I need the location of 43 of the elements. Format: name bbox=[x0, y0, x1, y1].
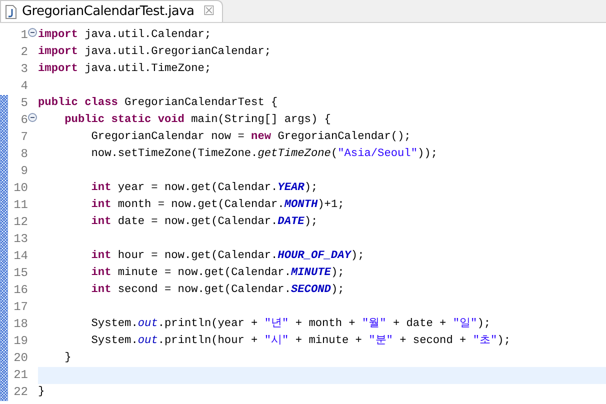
code-line: System.out.println(year + "년" + month + "월" + date + "일"); bbox=[90, 318, 491, 330]
line-number: 16 bbox=[12, 282, 28, 299]
line-number: 4 bbox=[20, 78, 28, 95]
line-number: 3 bbox=[20, 61, 28, 78]
line-number: 15 bbox=[12, 265, 28, 282]
line-number: 19 bbox=[12, 333, 28, 350]
line-number: 20 bbox=[12, 350, 28, 367]
line-number: 12 bbox=[12, 214, 28, 231]
code-line: import java.util.TimeZone; bbox=[38, 63, 212, 75]
collapse-icon[interactable] bbox=[28, 113, 37, 122]
line-number: 21 bbox=[12, 367, 28, 384]
collapse-icon[interactable] bbox=[28, 28, 37, 37]
code-line: } bbox=[64, 352, 72, 364]
code-line: public class GregorianCalendarTest { bbox=[38, 97, 278, 109]
line-number: 22 bbox=[12, 384, 28, 401]
line-number: 10 bbox=[12, 180, 28, 197]
line-number: 11 bbox=[12, 197, 28, 214]
code-line: int year = now.get(Calendar.YEAR); bbox=[90, 182, 318, 194]
line-number: 18 bbox=[12, 316, 28, 333]
code-line: public static void main(String[] args) { bbox=[64, 114, 331, 126]
line-number: 6 bbox=[20, 112, 28, 129]
line-number: 9 bbox=[20, 163, 28, 180]
code-line: } bbox=[38, 386, 45, 398]
code-line: GregorianCalendar now = new GregorianCalendar(); bbox=[90, 131, 411, 143]
code-line: import java.util.Calendar; bbox=[38, 29, 212, 41]
line-number: 14 bbox=[12, 248, 28, 265]
line-number: 5 bbox=[20, 95, 28, 112]
code-line: int date = now.get(Calendar.DATE); bbox=[90, 216, 318, 228]
line-number: 13 bbox=[12, 231, 28, 248]
line-number: 17 bbox=[12, 299, 28, 316]
editor-tab[interactable]: GregorianCalendarTest.java ☒ bbox=[0, 0, 224, 22]
code-line: now.setTimeZone(TimeZone.getTimeZone("Asia/Seoul")); bbox=[90, 148, 438, 160]
code-line: int minute = now.get(Calendar.MINUTE); bbox=[90, 267, 344, 279]
line-number: 1 bbox=[20, 27, 28, 44]
line-number: 7 bbox=[20, 129, 28, 146]
code-line: import java.util.GregorianCalendar; bbox=[38, 46, 272, 58]
line-number: 8 bbox=[20, 146, 28, 163]
code-line: int month = now.get(Calendar.MONTH)+1; bbox=[90, 199, 344, 211]
code-line: int second = now.get(Calendar.SECOND); bbox=[90, 284, 344, 296]
line-number: 2 bbox=[20, 44, 28, 61]
code-line: System.out.println(hour + "시" + minute + "분" + second + "초"); bbox=[90, 335, 510, 347]
code-line: int hour = now.get(Calendar.HOUR_OF_DAY); bbox=[90, 250, 364, 262]
java-file-icon bbox=[5, 4, 17, 18]
